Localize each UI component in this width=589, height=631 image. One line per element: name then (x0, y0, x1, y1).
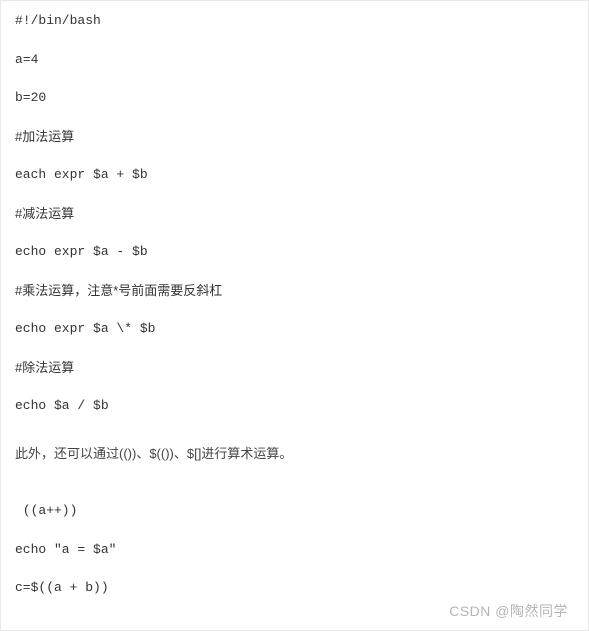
code-line-assign-a: a=4 (15, 50, 574, 70)
code-line-assign-b: b=20 (15, 88, 574, 108)
code-line-comment-div: #除法运算 (15, 358, 574, 378)
code-line-shebang: #!/bin/bash (15, 11, 574, 31)
code-line-echo-a: echo "a = $a" (15, 540, 574, 560)
code-line-comment-add: #加法运算 (15, 127, 574, 147)
code-line-add-expr: each expr $a + $b (15, 165, 574, 185)
code-line-comment-sub: #减法运算 (15, 204, 574, 224)
code-line-comment-mul: #乘法运算，注意*号前面需要反斜杠 (15, 281, 574, 301)
code-line-div-expr: echo $a / $b (15, 396, 574, 416)
code-line-mul-expr: echo expr $a \* $b (15, 319, 574, 339)
prose-note: 此外，还可以通过(())、$(())、$[]进行算术运算。 (15, 444, 574, 464)
watermark: CSDN @陶然同学 (449, 601, 568, 622)
code-line-assign-c: c=$((a + b)) (15, 578, 574, 598)
code-line-increment: ((a++)) (15, 501, 574, 521)
code-line-sub-expr: echo expr $a - $b (15, 242, 574, 262)
